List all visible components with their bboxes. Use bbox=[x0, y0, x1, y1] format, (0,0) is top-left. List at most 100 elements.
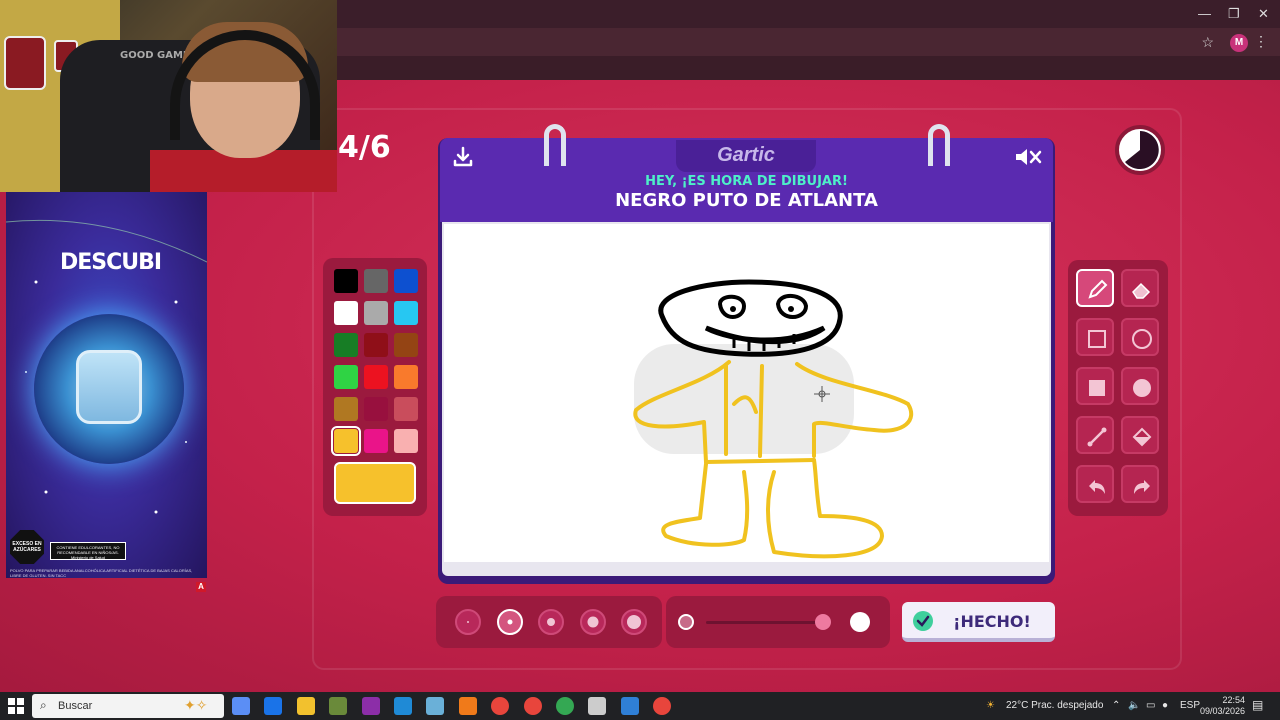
pencil-icon bbox=[1088, 279, 1108, 299]
color-swatch[interactable] bbox=[331, 426, 361, 456]
browser-menu-icon[interactable]: ⋮ bbox=[1254, 33, 1268, 50]
github-icon[interactable] bbox=[588, 697, 607, 715]
color-swatch[interactable] bbox=[364, 429, 388, 453]
close-window-button[interactable]: ✕ bbox=[1258, 6, 1269, 22]
mute-icon[interactable] bbox=[1014, 146, 1044, 168]
opacity-low-icon bbox=[678, 614, 694, 630]
gartic-logo: Gartic bbox=[676, 140, 816, 172]
color-swatch[interactable] bbox=[394, 333, 418, 357]
color-swatch[interactable] bbox=[334, 397, 358, 421]
vlc-icon[interactable] bbox=[458, 697, 477, 715]
color-swatch[interactable] bbox=[394, 429, 418, 453]
redo-tool[interactable] bbox=[1121, 465, 1159, 503]
drawing-canvas[interactable] bbox=[444, 224, 1049, 562]
notes-icon[interactable] bbox=[426, 697, 445, 715]
rectangle-fill-tool[interactable] bbox=[1076, 367, 1114, 405]
brush-size-dot bbox=[467, 621, 469, 623]
brush-size-dot bbox=[627, 615, 641, 629]
pencil-tool[interactable] bbox=[1076, 269, 1114, 307]
restore-button[interactable]: ❐ bbox=[1228, 6, 1240, 22]
color-swatch[interactable] bbox=[334, 365, 358, 389]
chrome-active-icon[interactable] bbox=[653, 697, 672, 715]
redo-icon bbox=[1134, 480, 1150, 494]
brush-size-3-button[interactable] bbox=[538, 609, 564, 635]
color-swatch[interactable] bbox=[364, 365, 388, 389]
circle-fill-icon bbox=[1133, 379, 1151, 397]
drawing-strokes bbox=[633, 279, 914, 559]
chrome-profile-icon[interactable] bbox=[523, 697, 542, 715]
square-fill-icon bbox=[1089, 380, 1105, 396]
weather-text[interactable]: 22°C Prac. despejado bbox=[1006, 700, 1103, 711]
photos-icon[interactable] bbox=[620, 697, 639, 715]
ad-jar-image bbox=[76, 350, 142, 424]
color-palette bbox=[323, 258, 427, 516]
opacity-high-icon bbox=[850, 612, 870, 632]
tools-panel bbox=[1068, 260, 1168, 516]
outlook-icon[interactable] bbox=[264, 697, 283, 715]
taskbar-search[interactable]: ⌕ Buscar ✦✧ bbox=[32, 694, 224, 718]
brush-size-5-button[interactable] bbox=[621, 609, 647, 635]
eraser-icon bbox=[1132, 282, 1151, 299]
color-swatch[interactable] bbox=[394, 365, 418, 389]
edge-icon[interactable] bbox=[394, 697, 412, 715]
copilot-icon[interactable] bbox=[232, 697, 250, 715]
color-swatch[interactable] bbox=[364, 269, 388, 293]
eraser-tool[interactable] bbox=[1121, 269, 1159, 307]
microphone-icon[interactable]: ● bbox=[1162, 700, 1168, 711]
windows-start-icon[interactable] bbox=[8, 698, 24, 714]
brush-size-4-button[interactable] bbox=[579, 609, 606, 635]
ellipse-outline-tool[interactable] bbox=[1121, 318, 1159, 356]
ellipse-fill-tool[interactable] bbox=[1121, 367, 1159, 405]
chrome-profile-2-icon[interactable] bbox=[556, 697, 574, 715]
ad-headline: DESCUBI bbox=[60, 250, 162, 275]
brush-size-2-button[interactable] bbox=[496, 609, 523, 635]
color-swatch[interactable] bbox=[364, 333, 388, 357]
minimize-button[interactable]: — bbox=[1198, 6, 1211, 21]
notifications-icon[interactable]: ▤ bbox=[1252, 698, 1263, 712]
done-button[interactable]: ¡HECHO! bbox=[902, 602, 1055, 642]
file-explorer-icon[interactable] bbox=[296, 697, 315, 715]
clock-time: 22:54 bbox=[1222, 695, 1246, 705]
color-swatch[interactable] bbox=[394, 269, 418, 293]
download-icon[interactable] bbox=[452, 146, 474, 168]
minecraft-icon[interactable] bbox=[329, 697, 348, 715]
current-color-preview bbox=[334, 462, 416, 504]
color-swatch[interactable] bbox=[394, 301, 418, 325]
color-swatch[interactable] bbox=[364, 301, 388, 325]
color-swatch[interactable] bbox=[364, 397, 388, 421]
tray-chevron-icon[interactable]: ⌃ bbox=[1112, 700, 1120, 711]
chrome-icon[interactable] bbox=[491, 697, 510, 715]
language-indicator[interactable]: ESP bbox=[1180, 700, 1200, 711]
chair-label: GOOD GAME bbox=[120, 50, 190, 61]
circle-outline-icon bbox=[1132, 329, 1152, 349]
ad-choices-icon[interactable]: A bbox=[196, 582, 206, 592]
volume-icon[interactable]: 🔈 bbox=[1128, 700, 1140, 711]
color-swatch[interactable] bbox=[334, 269, 358, 293]
line-tool[interactable] bbox=[1076, 416, 1114, 454]
taskbar-clock[interactable]: 22:54 09/03/2026 bbox=[1200, 695, 1245, 717]
brush-size-1-button[interactable] bbox=[455, 609, 481, 635]
binder-ring-right bbox=[928, 124, 950, 166]
weather-icon: ☀ bbox=[986, 700, 995, 711]
color-swatch[interactable] bbox=[334, 301, 358, 325]
side-ad[interactable]: DESCUBI EXCESO EN AZÚCARES CONTIENE EDUL… bbox=[6, 192, 207, 578]
undo-tool[interactable] bbox=[1076, 465, 1114, 503]
color-swatch[interactable] bbox=[334, 333, 358, 357]
rectangle-outline-tool[interactable] bbox=[1076, 318, 1114, 356]
brush-size-dot bbox=[587, 616, 598, 628]
turn-subtitle: HEY, ¡ES HORA DE DIBUJAR! bbox=[645, 174, 848, 189]
webcam-overlay: GOOD GAME bbox=[0, 0, 337, 192]
profile-avatar[interactable]: M bbox=[1230, 34, 1248, 52]
brush-size-dot bbox=[507, 619, 512, 625]
opacity-slider-thumb[interactable] bbox=[815, 614, 832, 630]
timer-icon bbox=[1115, 125, 1165, 175]
battery-icon[interactable]: ▭ bbox=[1146, 700, 1155, 711]
winrar-icon[interactable] bbox=[361, 697, 380, 715]
fill-bucket-tool[interactable] bbox=[1121, 416, 1159, 454]
color-swatch[interactable] bbox=[394, 397, 418, 421]
round-counter: 4/6 bbox=[338, 130, 391, 165]
opacity-slider-track[interactable] bbox=[706, 621, 828, 624]
bookmark-star-icon[interactable]: ☆ bbox=[1201, 34, 1214, 51]
clock-date: 09/03/2026 bbox=[1200, 706, 1246, 716]
word-to-draw: NEGRO PUTO DE ATLANTA bbox=[615, 190, 878, 211]
